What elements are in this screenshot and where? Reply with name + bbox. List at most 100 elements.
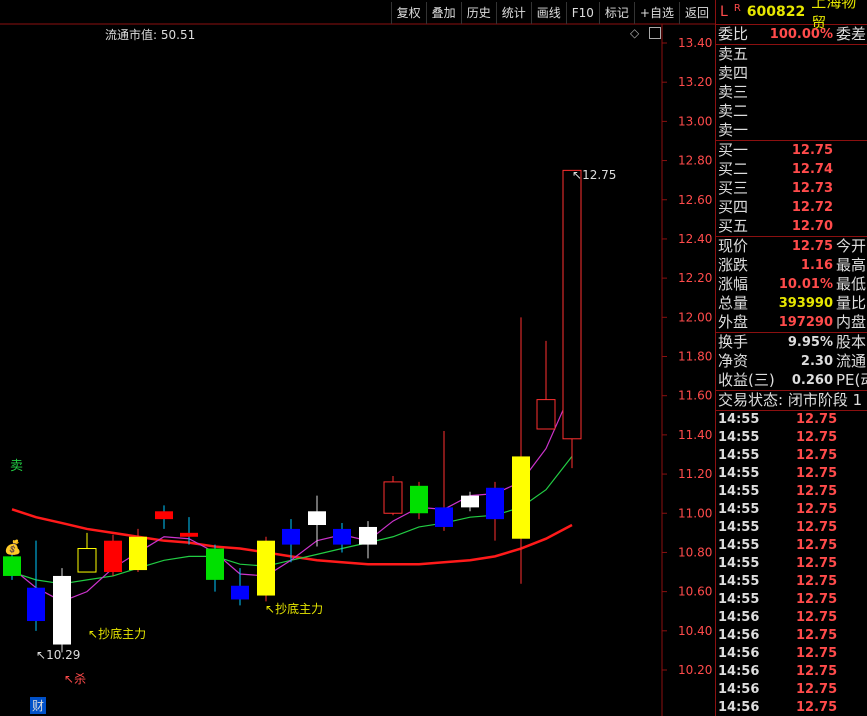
candle: [231, 568, 249, 606]
candle-body: [383, 481, 403, 514]
fundamental-list: 换手9.95%股本净资2.30流通收益(三)0.260PE(动: [716, 333, 867, 390]
candle: [104, 534, 122, 576]
diamond-icon[interactable]: ◇: [630, 26, 639, 40]
candle: [562, 169, 582, 469]
candle-body: [129, 536, 147, 571]
quote-row: 总量 393990 量比: [718, 294, 867, 312]
flag-label: L: [720, 4, 728, 20]
fund-row: 换手 9.95% 股本: [718, 333, 867, 351]
candle-body: [206, 548, 224, 580]
candle: [257, 536, 275, 602]
bids-row: 买五 12.70: [718, 217, 833, 235]
y-tick-label: 12.80: [678, 154, 712, 168]
y-tick-label: 13.20: [678, 75, 712, 89]
bids-row: 买二 12.74: [718, 160, 833, 178]
tick-row: 14:55 12.75: [718, 502, 838, 517]
toolbar-button-3[interactable]: 统计: [495, 2, 531, 24]
toolbar-button-1[interactable]: 叠加: [425, 2, 461, 24]
float-cap-label: 流通市值: 50.51: [105, 28, 196, 42]
y-tick-label: 13.00: [678, 114, 712, 128]
y-tick-label: 11.40: [678, 428, 712, 442]
candle: [435, 430, 453, 531]
candle-body: [461, 495, 479, 508]
candle: [77, 532, 97, 573]
high-price-label: ↖12.75: [572, 168, 617, 182]
candle-body: [155, 511, 173, 520]
candle: [53, 568, 71, 653]
tick-row: 14:55 12.75: [718, 412, 838, 427]
y-tick-label: 13.40: [678, 36, 712, 50]
y-tick-label: 10.20: [678, 663, 712, 677]
y-tick-label: 10.80: [678, 545, 712, 559]
y-tick-label: 12.00: [678, 310, 712, 324]
fund-row: 收益(三)0.260PE(动: [718, 371, 867, 389]
toolbar-button-4[interactable]: 画线: [530, 2, 566, 24]
candle-body: [282, 528, 300, 545]
kill-signal: ↖杀: [64, 672, 87, 686]
window-toggle-icon[interactable]: [649, 27, 661, 39]
y-tick-label: 11.20: [678, 467, 712, 481]
cai-signal: 财: [30, 697, 47, 714]
y-tick-label: 11.00: [678, 506, 712, 520]
tick-list[interactable]: 14:55 12.75 14:55 12.75 14:55 12.75 14:55 12.75…: [716, 411, 867, 716]
quote-row: 现价 12.75 今开: [718, 237, 867, 255]
asks-row: 卖五: [718, 45, 749, 63]
bids-row: 买一 12.75: [718, 141, 833, 159]
toolbar-button-8[interactable]: 返回: [678, 2, 714, 24]
trade-status: 交易状态: 闭市阶段 1: [718, 391, 863, 409]
candle: [27, 540, 45, 631]
candle: [410, 481, 428, 520]
webi-row: 委比 100.00% 委差: [718, 25, 867, 43]
tick-row: 14:55 12.75: [718, 430, 838, 445]
toolbar-button-6[interactable]: 标记: [598, 2, 634, 24]
y-tick-label: 12.60: [678, 193, 712, 207]
candle-body: [257, 540, 275, 596]
candle-body: [308, 511, 326, 526]
candle-body: [486, 487, 504, 520]
stock-header: L R 600822 上海物贸: [716, 0, 867, 32]
kline-chart[interactable]: 13.40 13.20 13.00 12.80 12.60 12.40 12.20 12.00…: [0, 0, 715, 716]
bid-list: 买一 12.75 买二 12.74 买三 12.73 买四 12.72 买五 12.70: [716, 141, 867, 236]
candle: [486, 481, 504, 541]
quote-panel: L R 600822 上海物贸 委比 100.00% 委差 卖五 卖四 卖三 卖二 卖一…: [715, 0, 867, 716]
candle-body: [180, 532, 198, 537]
ask-list: 卖五 卖四 卖三 卖二 卖一: [716, 45, 867, 140]
candle-body: [410, 485, 428, 514]
candle-body: [435, 507, 453, 527]
candle-body: [77, 548, 97, 573]
toolbar-button-5[interactable]: F10: [565, 2, 599, 24]
quote-row: 涨幅 10.01% 最低: [718, 275, 867, 293]
candle-body: [231, 585, 249, 600]
tick-row: 14:56 12.75: [718, 664, 838, 679]
tick-row: 14:55 12.75: [718, 592, 838, 607]
candle-body: [53, 575, 71, 645]
asks-row: 卖三: [718, 83, 749, 101]
bottom-signal-2: ↖抄底主力: [265, 602, 324, 616]
tick-row: 14:56 12.75: [718, 628, 838, 643]
candle-body: [562, 169, 582, 440]
stock-code: 600822: [746, 4, 806, 20]
candle-body: [104, 540, 122, 573]
asks-row: 卖二: [718, 102, 749, 120]
candle: [536, 340, 556, 430]
y-tick-label: 12.40: [678, 232, 712, 246]
toolbar-button-0[interactable]: 复权: [390, 2, 426, 24]
candle: [180, 517, 198, 545]
toolbar-button-2[interactable]: 历史: [460, 2, 496, 24]
candle: [206, 544, 224, 592]
tick-row: 14:55 12.75: [718, 538, 838, 553]
candle-body: [512, 456, 530, 539]
bids-row: 买三 12.73: [718, 179, 833, 197]
tick-row: 14:56 12.75: [718, 682, 838, 697]
candle-body: [359, 526, 377, 545]
low-price-label: ↖10.29: [36, 648, 81, 662]
bids-row: 买四 12.72: [718, 198, 833, 216]
quote-row: 涨跌 1.16 最高: [718, 256, 867, 274]
toolbar-button-7[interactable]: +自选: [633, 2, 679, 24]
candle-body: [536, 399, 556, 430]
candle: [359, 521, 377, 559]
asks-row: 卖四: [718, 64, 749, 82]
y-tick-label: 10.60: [678, 585, 712, 599]
tick-row: 14:56 12.75: [718, 610, 838, 625]
fund-row: 净资 2.30 流通: [718, 352, 867, 370]
